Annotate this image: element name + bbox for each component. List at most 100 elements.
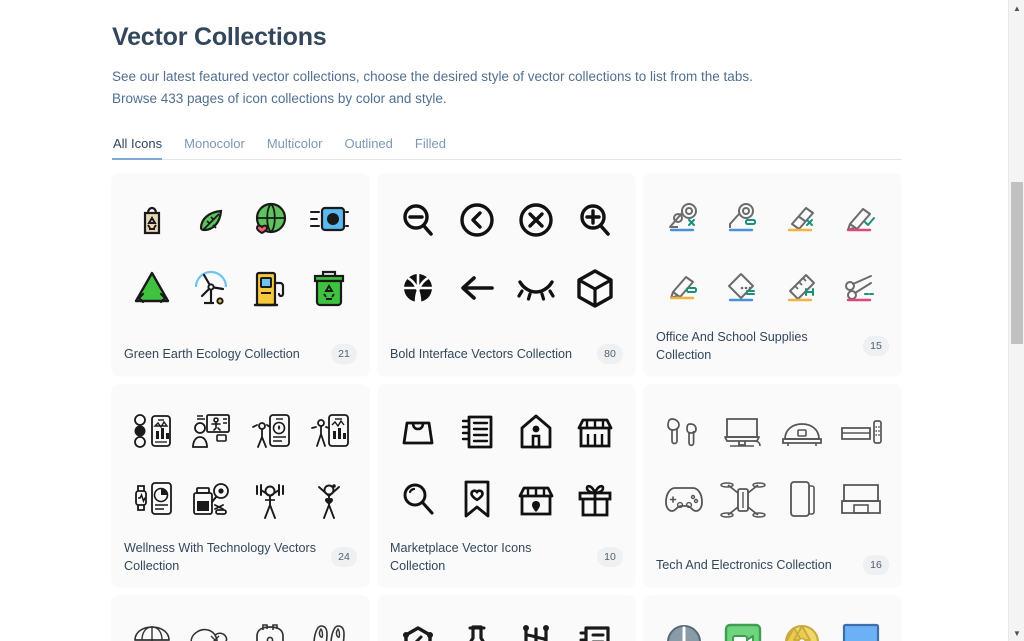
soundbar-remote-icon[interactable] [833, 403, 889, 459]
beach-umbrella-icon[interactable] [124, 614, 180, 641]
recycle-bin-icon[interactable] [301, 260, 357, 316]
scroll-down-arrow-icon[interactable]: ▼ [1009, 625, 1024, 641]
icon-preview-grid [654, 608, 891, 641]
store-location-icon[interactable] [508, 471, 564, 527]
pencil-icon[interactable] [656, 260, 712, 316]
icon-count-badge: 16 [863, 554, 889, 575]
wind-turbine-icon[interactable] [183, 260, 239, 316]
workout-calories-phone-icon[interactable] [242, 403, 298, 459]
notebook-list-icon[interactable] [449, 403, 505, 459]
page-title: Vector Collections [112, 23, 327, 51]
icon-count-badge: 80 [597, 343, 623, 364]
pencil-eraser-icon[interactable] [833, 192, 889, 248]
lab-notebook-icon[interactable] [567, 614, 623, 641]
tape-roll-icon[interactable] [715, 192, 771, 248]
icon-preview-grid [388, 397, 625, 533]
browser-viewport: Vector Collections See our latest featur… [0, 0, 1024, 641]
eraser-icon[interactable] [774, 192, 830, 248]
zoom-in-icon[interactable] [567, 192, 623, 248]
game-controller-icon[interactable] [656, 471, 712, 527]
scroll-up-arrow-icon[interactable]: ▲ [1009, 0, 1024, 16]
page-description: See our latest featured vector collectio… [112, 66, 772, 110]
flip-flops-icon[interactable] [301, 614, 357, 641]
tab-monocolor[interactable]: Monocolor [173, 136, 256, 159]
dna-strand-icon[interactable] [508, 614, 564, 641]
bookmark-heart-icon[interactable] [449, 471, 505, 527]
dial-knob-icon[interactable] [656, 614, 712, 641]
search-icon[interactable] [390, 471, 446, 527]
flask-icon[interactable] [449, 614, 505, 641]
page-scrollbar[interactable]: ▲ ▼ [1008, 0, 1024, 641]
eco-chip-icon[interactable] [301, 192, 357, 248]
card-footer: Wellness With Technology Vectors Collect… [122, 533, 359, 587]
gift-box-icon[interactable] [567, 471, 623, 527]
market-stall-icon[interactable] [567, 403, 623, 459]
scissors-icon[interactable] [833, 260, 889, 316]
recycle-bag-icon[interactable] [124, 192, 180, 248]
collection-title: Green Earth Ecology Collection [124, 346, 300, 361]
stretching-heart-icon[interactable] [301, 471, 357, 527]
page-description-line-1: See our latest featured vector collectio… [112, 68, 753, 84]
tape-dispenser-icon[interactable] [656, 192, 712, 248]
fuel-pump-icon[interactable] [242, 260, 298, 316]
card-footer: Marketplace Vector Icons Collection 10 [388, 533, 625, 587]
drone-icon[interactable] [715, 471, 771, 527]
sharpener-icon[interactable] [715, 260, 771, 316]
cinema-screen-icon[interactable] [833, 614, 889, 641]
health-presentation-icon[interactable] [183, 403, 239, 459]
collection-title: Office And School Supplies Collection [656, 329, 808, 362]
aperture-icon[interactable] [774, 614, 830, 641]
icon-count-badge: 15 [863, 335, 889, 356]
video-camera-icon[interactable] [715, 614, 771, 641]
earbuds-icon[interactable] [656, 403, 712, 459]
collection-grid: Green Earth Ecology Collection 21 Bold I… [112, 173, 902, 641]
ruler-icon[interactable] [774, 260, 830, 316]
collection-card[interactable]: Office And School Supplies Collection 15 [644, 173, 901, 376]
laptop-icon[interactable] [833, 471, 889, 527]
collection-title: Wellness With Technology Vectors Collect… [124, 540, 317, 573]
arrow-left-icon[interactable] [449, 260, 505, 316]
tab-all-icons[interactable]: All Icons [112, 136, 173, 160]
supplements-research-icon[interactable] [183, 471, 239, 527]
mood-tracker-phone-icon[interactable] [124, 403, 180, 459]
zoom-out-icon[interactable] [390, 192, 446, 248]
collection-card[interactable]: Green Earth Ecology Collection 21 [112, 173, 369, 376]
collection-card[interactable] [378, 595, 635, 641]
cube-icon[interactable] [567, 260, 623, 316]
card-footer: Bold Interface Vectors Collection 80 [388, 338, 625, 376]
icon-preview-grid [654, 397, 891, 549]
recycle-triangle-icon[interactable] [124, 260, 180, 316]
eye-closed-icon[interactable] [508, 260, 564, 316]
sun-hat-icon[interactable] [183, 614, 239, 641]
scrollbar-thumb[interactable] [1011, 182, 1023, 344]
tab-filled[interactable]: Filled [404, 136, 457, 159]
tab-multicolor[interactable]: Multicolor [256, 136, 334, 159]
smartphone-icon[interactable] [774, 471, 830, 527]
collection-card[interactable]: Marketplace Vector Icons Collection 10 [378, 384, 635, 587]
basketball-icon[interactable] [390, 260, 446, 316]
page-content: Vector Collections See our latest featur… [0, 0, 1008, 641]
tab-outlined[interactable]: Outlined [333, 136, 403, 159]
shopping-bag-icon[interactable] [390, 403, 446, 459]
weight-lifting-icon[interactable] [242, 471, 298, 527]
collection-card[interactable]: Bold Interface Vectors Collection 80 [378, 173, 635, 376]
fitness-stats-phone-icon[interactable] [301, 403, 357, 459]
desktop-monitor-icon[interactable] [715, 403, 771, 459]
icon-preview-grid [388, 186, 625, 338]
molecule-hexagon-icon[interactable] [390, 614, 446, 641]
collection-card[interactable] [112, 595, 369, 641]
collection-card[interactable]: Wellness With Technology Vectors Collect… [112, 384, 369, 587]
style-filter-tabs: All Icons Monocolor Multicolor Outlined … [112, 132, 902, 160]
shop-house-icon[interactable] [508, 403, 564, 459]
backpack-icon[interactable] [242, 614, 298, 641]
collection-card[interactable] [644, 595, 901, 641]
card-footer: Tech And Electronics Collection 16 [654, 549, 891, 587]
chevron-left-circle-icon[interactable] [449, 192, 505, 248]
leaf-icon[interactable] [183, 192, 239, 248]
close-circle-icon[interactable] [508, 192, 564, 248]
bluetooth-speaker-icon[interactable] [774, 403, 830, 459]
smartwatch-health-icon[interactable] [124, 471, 180, 527]
collection-card[interactable]: Tech And Electronics Collection 16 [644, 384, 901, 587]
globe-heart-icon[interactable] [242, 192, 298, 248]
icon-preview-grid [122, 186, 359, 338]
